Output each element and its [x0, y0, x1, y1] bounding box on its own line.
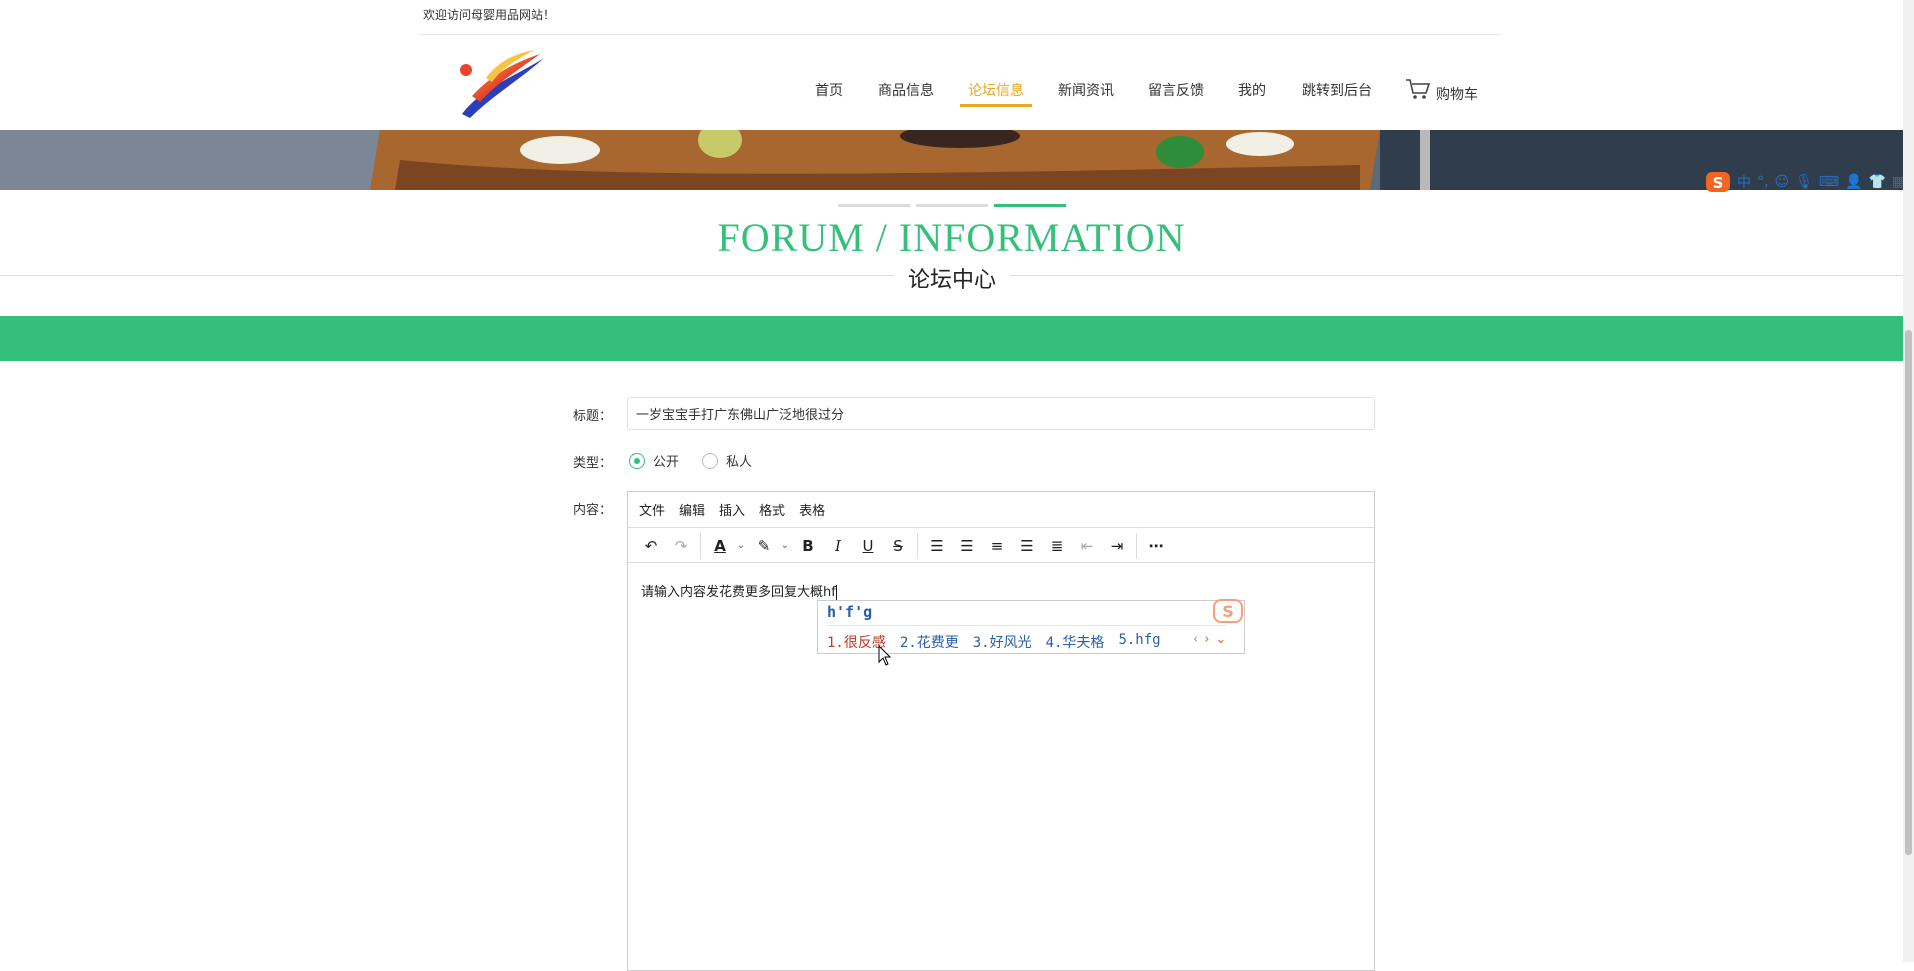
site-logo[interactable]: [452, 48, 546, 120]
type-public-label: 公开: [653, 455, 680, 470]
green-band: [0, 316, 1903, 361]
emoji-icon[interactable]: ☺: [1774, 174, 1789, 190]
indent-icon[interactable]: ⇥: [1102, 532, 1132, 560]
text-cursor: [835, 585, 837, 600]
align-justify-icon[interactable]: ≣: [1042, 532, 1072, 560]
radio-unchecked-icon[interactable]: [702, 452, 718, 469]
align-center-icon[interactable]: ≡: [982, 532, 1012, 560]
nav-feedback[interactable]: 留言反馈: [1148, 80, 1204, 100]
slider-indicator-3[interactable]: [994, 204, 1066, 207]
keyboard-icon[interactable]: ⌨: [1819, 174, 1839, 190]
chevron-down-icon[interactable]: ⌄: [735, 540, 747, 551]
type-private-label: 私人: [726, 455, 753, 470]
align-left-icon[interactable]: ☰: [952, 532, 982, 560]
toolbar-separator: [1136, 532, 1137, 559]
nav-products[interactable]: 商品信息: [878, 80, 934, 100]
type-public-radio[interactable]: 公开: [629, 451, 679, 470]
slider-indicator-1[interactable]: [838, 204, 910, 207]
user-icon[interactable]: 👤: [1845, 174, 1862, 190]
editor-toolbar: ↶ ↷ A ⌄ ✎ ⌄ B I U S ☰ ☰ ≡ ☰ ≣ ⇤ ⇥ ⋯: [628, 529, 1374, 563]
title-divider-right: [1010, 275, 1903, 276]
ime-candidate[interactable]: 5.hfg: [1118, 632, 1160, 652]
ime-punct-toggle[interactable]: °,: [1757, 174, 1768, 190]
page-scrollbar-thumb[interactable]: [1905, 330, 1912, 855]
nav-news[interactable]: 新闻资讯: [1058, 80, 1114, 100]
toolbar-separator: [700, 532, 701, 559]
top-divider: [420, 34, 1500, 35]
menu-format[interactable]: 格式: [759, 500, 785, 519]
title-input[interactable]: 一岁宝宝手打广东佛山广泛地很过分: [627, 397, 1375, 430]
nav-active-underline: [960, 104, 1032, 107]
bold-icon[interactable]: B: [793, 532, 823, 560]
banner-image: [0, 130, 1903, 190]
highlight-color-icon[interactable]: ✎: [749, 532, 779, 560]
line-height-icon[interactable]: ☰: [922, 532, 952, 560]
underline-icon[interactable]: U: [853, 532, 883, 560]
chevron-left-icon[interactable]: ‹: [1193, 632, 1198, 647]
type-label: 类型：: [572, 456, 612, 471]
redo-icon[interactable]: ↷: [666, 532, 696, 560]
ime-candidate[interactable]: 2.花费更: [900, 632, 959, 652]
undo-icon[interactable]: ↶: [636, 532, 666, 560]
sogou-watermark-icon: S: [1213, 599, 1243, 623]
menu-insert[interactable]: 插入: [719, 500, 745, 519]
ime-mode-toggle[interactable]: 中: [1737, 172, 1751, 192]
italic-icon[interactable]: I: [823, 532, 853, 560]
ime-status-bar[interactable]: S 中 °, ☺ 🎙 ⌨ 👤 👕 ▦: [1705, 170, 1905, 194]
ime-divider: [827, 625, 1227, 626]
menu-table[interactable]: 表格: [799, 500, 825, 519]
menu-file[interactable]: 文件: [639, 500, 665, 519]
mouse-pointer-icon: [878, 645, 892, 666]
ime-candidate[interactable]: 3.好风光: [973, 632, 1032, 652]
align-right-icon[interactable]: ☰: [1012, 532, 1042, 560]
editor-menubar: 文件 编辑 插入 格式 表格: [628, 492, 1374, 528]
nav-mine[interactable]: 我的: [1238, 80, 1266, 100]
nav-home[interactable]: 首页: [815, 80, 843, 100]
radio-checked-icon[interactable]: [629, 452, 645, 469]
chevron-down-icon[interactable]: ⌄: [1215, 632, 1226, 647]
svg-text:S: S: [1713, 174, 1724, 192]
section-title-en: FORUM / INFORMATION: [717, 215, 1186, 260]
type-private-radio[interactable]: 私人: [702, 451, 752, 470]
content-label: 内容：: [572, 503, 612, 518]
welcome-text: 欢迎访问母婴用品网站！: [423, 8, 556, 22]
title-divider-left: [0, 275, 894, 276]
title-label: 标题：: [572, 409, 612, 424]
svg-text:S: S: [1222, 602, 1234, 621]
skin-icon[interactable]: 👕: [1869, 174, 1886, 190]
ime-composition: h'f'g: [827, 603, 873, 621]
outdent-icon[interactable]: ⇤: [1072, 532, 1102, 560]
strikethrough-icon[interactable]: S: [883, 532, 913, 560]
editor-text: 请输入内容发花费更多回复大概hf: [641, 585, 836, 600]
chevron-right-icon[interactable]: ›: [1204, 632, 1209, 647]
ime-page-nav: ‹ › ⌄: [1193, 632, 1226, 647]
cart-link[interactable]: 购物车: [1436, 84, 1478, 104]
microphone-icon[interactable]: 🎙: [1795, 174, 1813, 190]
rich-text-editor[interactable]: 文件 编辑 插入 格式 表格 ↶ ↷ A ⌄ ✎ ⌄ B I U S ☰ ☰ ≡…: [627, 491, 1375, 971]
nav-forum[interactable]: 论坛信息: [968, 80, 1024, 100]
more-icon[interactable]: ⋯: [1141, 532, 1171, 560]
slider-indicator-2[interactable]: [916, 204, 988, 207]
menu-edit[interactable]: 编辑: [679, 500, 705, 519]
toolbar-separator: [917, 532, 918, 559]
nav-admin[interactable]: 跳转到后台: [1302, 80, 1372, 100]
text-color-icon[interactable]: A: [705, 532, 735, 560]
ime-candidate[interactable]: 4.华夫格: [1046, 632, 1105, 652]
cart-icon[interactable]: [1405, 77, 1431, 101]
chevron-down-icon[interactable]: ⌄: [779, 540, 791, 551]
editor-content[interactable]: 请输入内容发花费更多回复大概hf: [641, 581, 837, 600]
section-title-cn: 论坛中心: [907, 268, 996, 293]
sogou-logo-icon: S: [1706, 172, 1730, 192]
